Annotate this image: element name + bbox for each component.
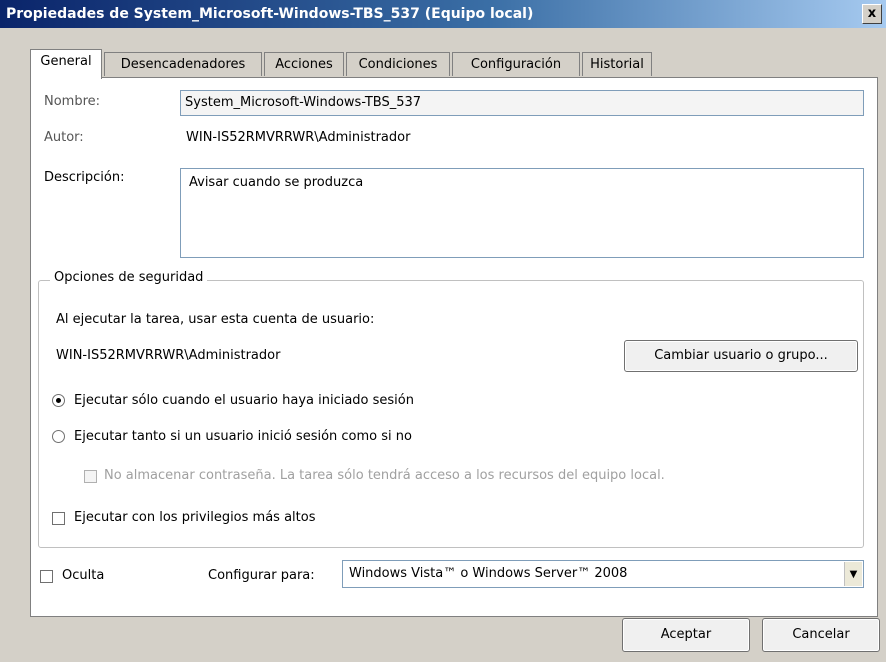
author-value: WIN-IS52RMVRRWR\Administrador (186, 130, 411, 145)
highest-privileges-checkbox[interactable] (52, 512, 65, 525)
highest-privileges-label[interactable]: Ejecutar con los privilegios más altos (74, 510, 315, 525)
window-title: Propiedades de System_Microsoft-Windows-… (6, 6, 534, 22)
radio-run-whether-logged-on-label[interactable]: Ejecutar tanto si un usuario inició sesi… (74, 429, 412, 444)
change-user-button[interactable]: Cambiar usuario o grupo... (624, 340, 858, 372)
radio-selected-dot (56, 398, 61, 403)
accept-button[interactable]: Aceptar (622, 618, 750, 652)
description-textarea[interactable]: Avisar cuando se produzca (180, 168, 864, 258)
no-store-password-checkbox[interactable] (84, 470, 97, 483)
tab-acciones[interactable]: Acciones (264, 52, 344, 76)
configure-for-value: Windows Vista™ o Windows Server™ 2008 (349, 566, 628, 581)
hidden-checkbox[interactable] (40, 570, 53, 583)
name-label: Nombre: (44, 94, 101, 109)
tab-historial[interactable]: Historial (582, 52, 652, 76)
description-label: Descripción: (44, 170, 125, 185)
cancel-button[interactable]: Cancelar (762, 618, 880, 652)
radio-run-whether-logged-on[interactable] (52, 430, 65, 443)
tab-configuracion[interactable]: Configuración (452, 52, 580, 76)
account-prompt: Al ejecutar la tarea, usar esta cuenta d… (56, 312, 375, 327)
configure-for-label: Configurar para: (208, 568, 315, 583)
tab-general[interactable]: General (30, 49, 102, 79)
name-field[interactable]: System_Microsoft-Windows-TBS_537 (180, 90, 864, 116)
account-value: WIN-IS52RMVRRWR\Administrador (56, 348, 281, 363)
author-label: Autor: (44, 130, 84, 145)
hidden-label[interactable]: Oculta (62, 568, 104, 583)
chevron-down-icon[interactable]: ▼ (844, 562, 862, 586)
tab-condiciones[interactable]: Condiciones (346, 52, 450, 76)
security-group-title: Opciones de seguridad (50, 270, 208, 285)
tab-desencadenadores[interactable]: Desencadenadores (104, 52, 262, 76)
radio-logged-on-only-label[interactable]: Ejecutar sólo cuando el usuario haya ini… (74, 393, 414, 408)
no-store-password-label: No almacenar contraseña. La tarea sólo t… (104, 468, 665, 483)
configure-for-dropdown[interactable]: Windows Vista™ o Windows Server™ 2008 ▼ (342, 560, 864, 588)
close-button[interactable]: x (862, 4, 882, 24)
title-bar: Propiedades de System_Microsoft-Windows-… (0, 0, 886, 28)
radio-logged-on-only[interactable] (52, 394, 65, 407)
